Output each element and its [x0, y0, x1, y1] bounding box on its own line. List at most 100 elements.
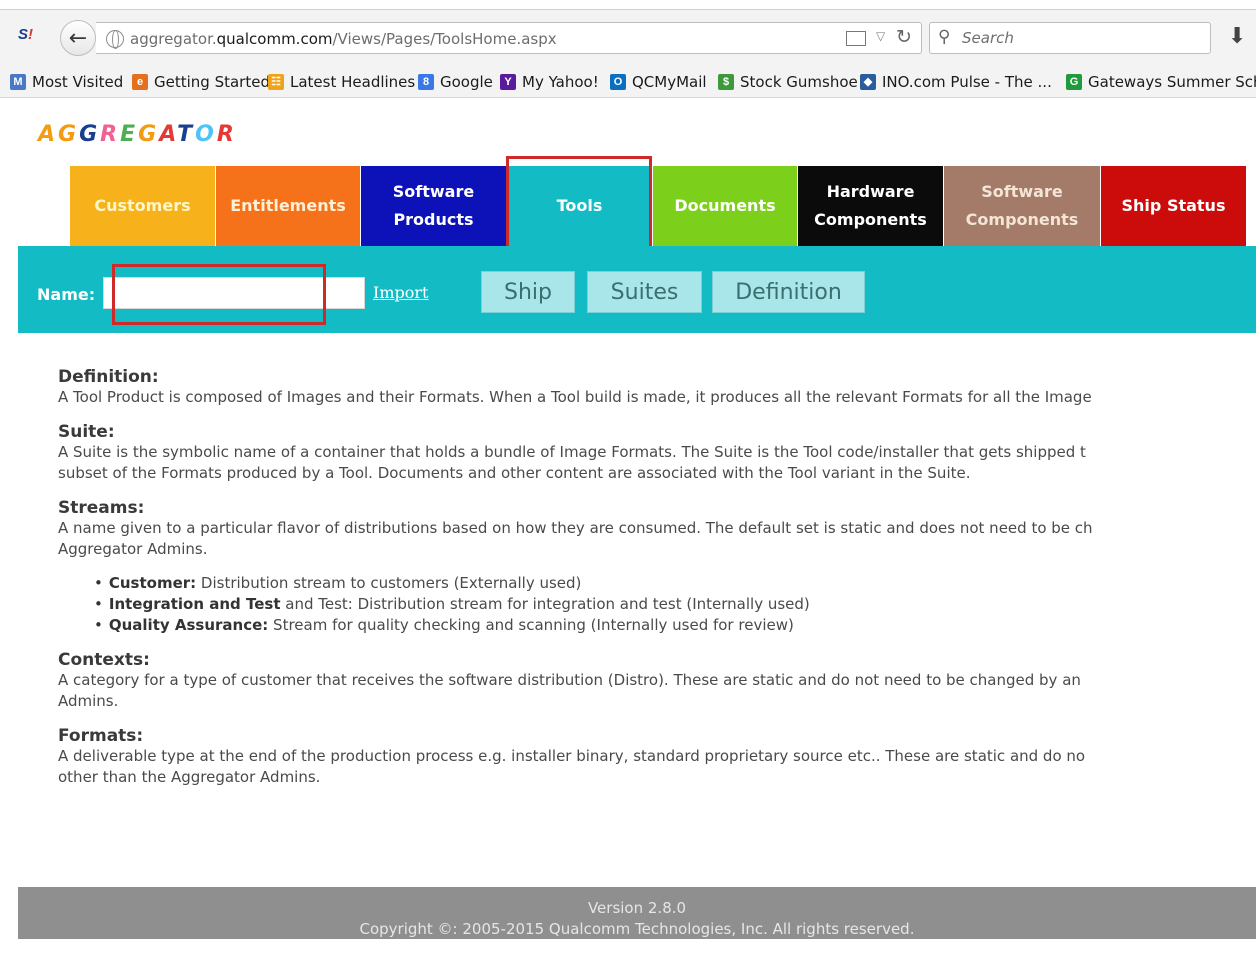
- bookmark-item[interactable]: 8 Google: [418, 71, 493, 93]
- bookmark-label: QCMyMail: [632, 73, 707, 91]
- logo-letter: R: [100, 122, 121, 147]
- bookmark-item[interactable]: ◆ INO.com Pulse - The ...: [860, 71, 1052, 93]
- addon-icon[interactable]: S!: [18, 26, 40, 48]
- bookmark-label: My Yahoo!: [522, 73, 599, 91]
- tab-software-components[interactable]: Software Components: [944, 166, 1100, 246]
- bookmark-label: Gateways Summer Sch...: [1088, 73, 1256, 91]
- back-button[interactable]: ←: [60, 20, 96, 56]
- logo-letter: G: [58, 122, 80, 147]
- definition-section: Streams: A name given to a particular fla…: [58, 498, 1256, 636]
- bookmark-label: INO.com Pulse - The ...: [882, 73, 1052, 91]
- tools-tab-highlight: [506, 156, 652, 252]
- section-text: subset of the Formats produced by a Tool…: [58, 464, 971, 482]
- ino-icon: ◆: [860, 74, 876, 90]
- tab-label: Hardware Components: [814, 182, 927, 229]
- stream-description: Stream for quality checking and scanning…: [268, 616, 794, 634]
- bookmark-item[interactable]: M Most Visited: [10, 71, 123, 93]
- section-title: Streams:: [58, 498, 145, 518]
- section-text: A deliverable type at the end of the pro…: [58, 747, 1086, 765]
- stream-description: Distribution stream to customers (Extern…: [196, 574, 582, 592]
- search-icon: ⚲: [938, 27, 951, 47]
- stream-term: Integration and Test: [108, 595, 281, 613]
- logo-letter: G: [138, 122, 160, 147]
- reader-view-icon[interactable]: [846, 31, 866, 46]
- section-title: Contexts:: [58, 650, 150, 670]
- logo-letter: R: [216, 122, 237, 147]
- section-text: Aggregator Admins.: [58, 540, 208, 558]
- tab-software-products[interactable]: Software Products: [361, 166, 506, 246]
- tab-label: Software Products: [392, 182, 475, 229]
- aggregator-app: AGGREGATOR Customers Entitlements Software…: [8, 99, 1256, 939]
- browser-chrome: S! ← aggregator.qualcomm.com/Views/Pages…: [0, 0, 1256, 98]
- tab-documents[interactable]: Documents: [653, 166, 797, 246]
- list-item: Quality Assurance: Stream for quality ch…: [94, 615, 1256, 636]
- bookmark-item[interactable]: e Getting Started: [132, 71, 270, 93]
- globe-icon: [106, 30, 124, 49]
- download-icon[interactable]: ⬇: [1228, 24, 1246, 49]
- definition-section: Formats: A deliverable type at the end of…: [58, 726, 1256, 788]
- bookmark-label: Stock Gumshoe: [740, 73, 858, 91]
- streams-list: Customer: Distribution stream to custome…: [94, 573, 1256, 636]
- bookmark-item[interactable]: G Gateways Summer Sch...: [1066, 71, 1256, 93]
- definition-button[interactable]: Definition: [712, 271, 865, 313]
- search-bar[interactable]: ⚲ Search: [929, 22, 1211, 54]
- copyright-text: Copyright ©: 2005-2015 Qualcomm Technolo…: [359, 920, 915, 938]
- section-text: A Suite is the symbolic name of a contai…: [58, 443, 1086, 461]
- bookmark-item[interactable]: O QCMyMail: [610, 71, 707, 93]
- section-text: other than the Aggregator Admins.: [58, 768, 321, 786]
- stream-term: Customer:: [108, 574, 197, 592]
- logo-letter: T: [177, 122, 196, 147]
- ship-button[interactable]: Ship: [481, 271, 575, 313]
- back-arrow-icon: ←: [68, 25, 88, 51]
- tab-customers[interactable]: Customers: [70, 166, 215, 246]
- tab-label: Ship Status: [1121, 196, 1226, 215]
- dropdown-arrow-icon[interactable]: ▽: [876, 29, 885, 43]
- definition-section: Contexts: A category for a type of custom…: [58, 650, 1256, 712]
- tab-hardware-components[interactable]: Hardware Components: [798, 166, 943, 246]
- tab-label: Software Components: [965, 182, 1079, 229]
- definition-section: Suite: A Suite is the symbolic name of a …: [58, 422, 1256, 484]
- tab-ship-status[interactable]: Ship Status: [1101, 166, 1246, 246]
- definitions-content: Definition: A Tool Product is composed of…: [58, 367, 1256, 802]
- bookmark-label: Most Visited: [32, 73, 124, 91]
- definition-section: Definition: A Tool Product is composed of…: [58, 367, 1256, 408]
- window-top-edge: [0, 0, 1256, 10]
- aggregator-logo[interactable]: AGGREGATOR: [38, 122, 237, 147]
- bookmark-label: Latest Headlines: [290, 73, 416, 91]
- outlook-icon: O: [610, 74, 626, 90]
- url-text[interactable]: aggregator.qualcomm.com/Views/Pages/Tool…: [130, 30, 557, 48]
- navigation-bar: S! ← aggregator.qualcomm.com/Views/Pages…: [0, 12, 1256, 64]
- search-placeholder: Search: [962, 29, 1014, 47]
- logo-letter: O: [195, 122, 217, 147]
- section-text: A Tool Product is composed of Images and…: [58, 388, 1092, 406]
- section-text: Admins.: [58, 692, 119, 710]
- most-visited-icon: M: [10, 74, 26, 90]
- url-bar[interactable]: aggregator.qualcomm.com/Views/Pages/Tool…: [96, 22, 922, 54]
- name-input-highlight: [112, 264, 326, 325]
- yahoo-icon: Y: [500, 74, 516, 90]
- section-title: Suite:: [58, 422, 115, 442]
- tab-entitlements[interactable]: Entitlements: [216, 166, 360, 246]
- bookmark-item[interactable]: $ Stock Gumshoe: [718, 71, 858, 93]
- logo-letter: A: [38, 122, 59, 147]
- name-label: Name:: [37, 285, 96, 304]
- section-text: A name given to a particular flavor of d…: [58, 519, 1093, 537]
- list-item: Customer: Distribution stream to custome…: [94, 573, 1256, 594]
- tab-label: Entitlements: [230, 196, 346, 215]
- suites-button[interactable]: Suites: [587, 271, 702, 313]
- firefox-icon: e: [132, 74, 148, 90]
- version-text: Version 2.8.0: [587, 899, 687, 917]
- import-link[interactable]: Import: [373, 283, 428, 302]
- bookmark-item[interactable]: Y My Yahoo!: [500, 71, 599, 93]
- dollar-icon: $: [718, 74, 734, 90]
- window-bottom-edge: [0, 939, 1256, 953]
- bookmark-item[interactable]: ☷ Latest Headlines: [268, 71, 415, 93]
- section-title: Definition:: [58, 367, 159, 387]
- logo-letter: A: [159, 122, 178, 147]
- rss-icon: ☷: [268, 74, 284, 90]
- logo-letter: G: [79, 122, 101, 147]
- reload-icon[interactable]: ↻: [896, 26, 912, 48]
- section-title: Formats:: [58, 726, 144, 746]
- google-icon: 8: [418, 74, 434, 90]
- tab-label: Documents: [674, 196, 776, 215]
